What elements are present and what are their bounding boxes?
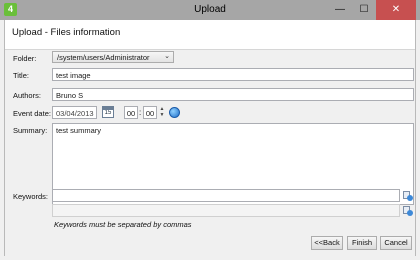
dialog-body: Upload - Files information Folder: /syst… bbox=[4, 20, 416, 256]
time-spinner[interactable]: ▲ ▼ bbox=[158, 106, 166, 119]
chevron-down-icon: ⌄ bbox=[164, 53, 170, 60]
time-separator: : bbox=[139, 108, 142, 117]
event-date-label: Event date: bbox=[13, 109, 51, 118]
folder-value: /system/users/Administrator bbox=[57, 53, 150, 62]
folder-dropdown[interactable]: /system/users/Administrator ⌄ bbox=[52, 51, 174, 63]
authors-field[interactable]: Bruno S bbox=[52, 88, 414, 101]
title-label: Title: bbox=[13, 71, 29, 80]
hour-field[interactable]: 00 bbox=[124, 106, 138, 119]
page-title: Upload - Files information bbox=[12, 27, 121, 38]
summary-label: Summary: bbox=[13, 126, 48, 135]
close-button[interactable]: ✕ bbox=[376, 0, 416, 20]
keyword-add-icon[interactable] bbox=[402, 205, 414, 217]
folder-label: Folder: bbox=[13, 54, 37, 63]
minimize-button[interactable]: — bbox=[328, 0, 352, 20]
finish-button[interactable]: Finish bbox=[347, 236, 377, 250]
spin-down-icon[interactable]: ▼ bbox=[158, 112, 166, 118]
keywords-hint: Keywords must be separated by commas bbox=[54, 220, 192, 229]
keywords-input[interactable] bbox=[52, 189, 400, 202]
authors-label: Authors: bbox=[13, 91, 41, 100]
calendar-icon[interactable]: 15 bbox=[102, 106, 114, 118]
dialog-header: Upload - Files information bbox=[5, 20, 415, 50]
keyword-lookup-icon[interactable] bbox=[402, 190, 414, 202]
cancel-button[interactable]: Cancel bbox=[380, 236, 412, 250]
minute-field[interactable]: 00 bbox=[143, 106, 157, 119]
globe-icon[interactable] bbox=[169, 107, 180, 118]
keywords-list-field bbox=[52, 204, 400, 217]
event-date-field[interactable]: 03/04/2013 bbox=[52, 106, 97, 119]
keywords-label: Keywords: bbox=[13, 192, 49, 201]
title-field[interactable]: test image bbox=[52, 68, 414, 81]
title-bar: 4 Upload — ☐ ✕ bbox=[0, 0, 420, 20]
maximize-button[interactable]: ☐ bbox=[352, 0, 376, 20]
back-button[interactable]: <<Back bbox=[311, 236, 343, 250]
